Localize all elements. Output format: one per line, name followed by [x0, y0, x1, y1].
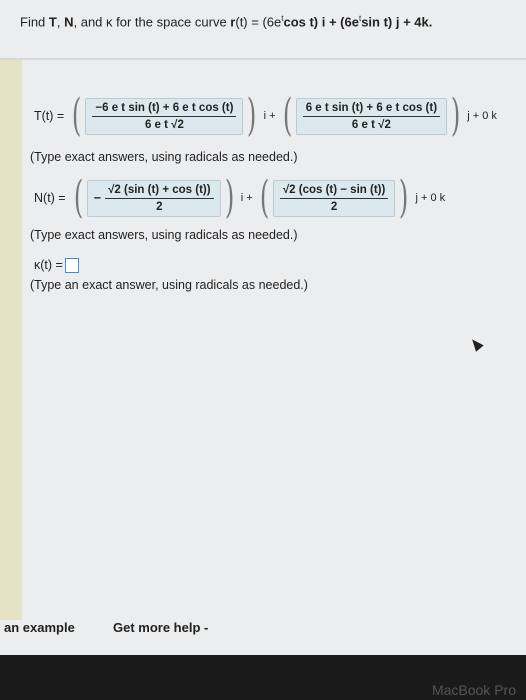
- N-i-unit: i +: [240, 192, 253, 204]
- T-i-numerator: −6 e t sin (t) + 6 e t cos (t): [92, 102, 237, 117]
- N-tail: j + 0 k: [415, 192, 446, 204]
- N-i-fraction: √2 (sin (t) + cos (t)) 2: [105, 184, 214, 213]
- T-i-fraction: −6 e t sin (t) + 6 e t cos (t) 6 e t √2: [92, 102, 237, 131]
- question-formula-a: (t) = (6e: [235, 14, 282, 30]
- laptop-bezel: MacBook Pro: [0, 655, 526, 700]
- right-paren: ): [247, 90, 257, 141]
- question-formula-c: sin t) j + 4k.: [361, 14, 433, 30]
- N-j-component-box[interactable]: √2 (cos (t) − sin (t)) 2: [272, 179, 396, 217]
- kappa-answer-input[interactable]: [64, 258, 79, 274]
- bezel-brand-text: MacBook Pro: [431, 682, 516, 698]
- left-paren: (: [259, 172, 269, 223]
- right-paren: ): [399, 172, 409, 223]
- N-i-denominator: 2: [156, 200, 163, 213]
- question-and: , and κ for the space curve: [73, 14, 231, 30]
- N-hint: (Type exact answers, using radicals as n…: [30, 228, 298, 242]
- mouse-cursor-icon: [468, 336, 484, 352]
- T-j-fraction: 6 e t sin (t) + 6 e t cos (t) 6 e t √2: [302, 102, 441, 131]
- question-text: Find T, N, and κ for the space curve r(t…: [20, 14, 526, 29]
- left-paren: (: [72, 90, 82, 141]
- N-i-numerator: √2 (sin (t) + cos (t)): [105, 184, 214, 199]
- N-j-denominator: 2: [330, 200, 338, 213]
- problem-screen: Find T, N, and κ for the space curve r(t…: [0, 0, 526, 655]
- T-hint: (Type exact answers, using radicals as n…: [30, 150, 298, 164]
- N-i-component-box[interactable]: − √2 (sin (t) + cos (t)) 2: [86, 179, 221, 217]
- left-margin-strip: [0, 60, 22, 620]
- right-paren: ): [224, 172, 234, 223]
- T-j-component-box[interactable]: 6 e t sin (t) + 6 e t cos (t) 6 e t √2: [295, 97, 448, 135]
- separator: [0, 58, 526, 60]
- footer-bar: an example Get more help -: [0, 620, 526, 635]
- N-j-fraction: √2 (cos (t) − sin (t)) 2: [279, 184, 389, 213]
- T-tail: j + 0 k: [467, 110, 497, 122]
- kappa-hint: (Type an exact answer, using radicals as…: [30, 278, 308, 292]
- question-comma: ,: [56, 14, 65, 30]
- N-label: N(t) =: [34, 191, 66, 205]
- T-i-denominator: 6 e t √2: [144, 118, 184, 131]
- kappa-row: κ(t) =: [34, 258, 79, 274]
- N-answer-row: N(t) = ( − √2 (sin (t) + cos (t)) 2 ) i …: [34, 176, 448, 220]
- question-formula-b: cos t) i + (6e: [283, 14, 359, 30]
- T-i-unit: i +: [263, 110, 276, 122]
- T-j-numerator: 6 e t sin (t) + 6 e t cos (t): [302, 102, 441, 117]
- get-more-help-button[interactable]: Get more help -: [113, 620, 208, 635]
- T-answer-row: T(t) = ( −6 e t sin (t) + 6 e t cos (t) …: [34, 94, 500, 138]
- N-i-minus: −: [93, 191, 102, 205]
- T-i-component-box[interactable]: −6 e t sin (t) + 6 e t cos (t) 6 e t √2: [85, 97, 244, 135]
- N-j-numerator: √2 (cos (t) − sin (t)): [279, 184, 389, 199]
- question-T: T: [48, 14, 57, 30]
- T-j-denominator: 6 e t √2: [351, 118, 391, 131]
- view-example-link[interactable]: an example: [4, 620, 75, 635]
- right-paren: ): [450, 90, 461, 141]
- kappa-label: κ(t) =: [34, 258, 63, 272]
- left-paren: (: [282, 90, 292, 141]
- question-prefix: Find: [20, 14, 49, 30]
- T-label: T(t) =: [34, 109, 65, 123]
- left-paren: (: [73, 172, 83, 223]
